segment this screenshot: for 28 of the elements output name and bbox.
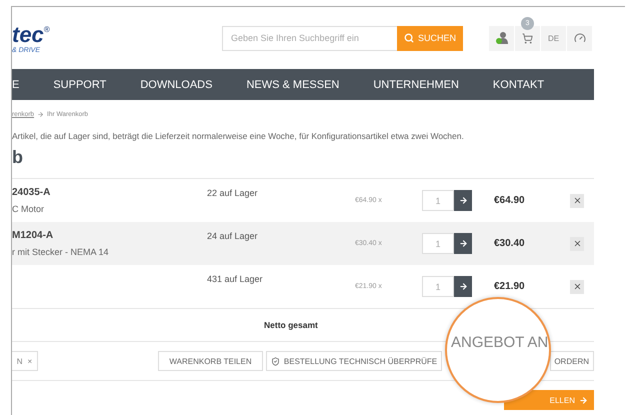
nav-link[interactable]: KONTAKT — [492, 78, 544, 90]
nav-link[interactable]: DOWNLOADS — [140, 78, 212, 90]
page-heading: b — [12, 147, 24, 168]
nav-link[interactable]: SUPPORT — [53, 78, 106, 90]
review-order-button[interactable]: BESTELLUNG TECHNISCH ÜBERPRÜFE — [266, 351, 442, 371]
stock-status: 24 auf Lager — [207, 230, 259, 241]
nav-link[interactable]: UNTERNEHMEN — [373, 78, 459, 90]
language-button[interactable]: DE — [541, 26, 567, 50]
nav-link[interactable]: E — [12, 78, 20, 90]
stock-status: 431 auf Lager — [207, 273, 264, 284]
stock-status: 22 auf Lager — [207, 187, 259, 198]
product-sku[interactable]: M1204-A — [12, 230, 207, 241]
product-description: C Motor — [12, 204, 46, 214]
net-total-label: Netto gesamt — [264, 320, 318, 330]
delivery-notice: Artikel, die auf Lager sind, beträgt die Lieferzeit normalerweise eine Woche, für Konfigurationsartikel etwa zwei Wochen. — [12, 131, 465, 141]
search-field[interactable]: Geben Sie Ihren Suchbegriff ein — [222, 26, 397, 50]
request-quote-button[interactable]: ORDERN — [550, 351, 594, 371]
magnified-text: ANGEBOT AN — [451, 334, 548, 350]
line-total: €64.90 — [494, 195, 526, 206]
share-cart-button[interactable]: WARENKORB TEILEN — [158, 351, 263, 371]
coupon-remove-button[interactable]: × — [28, 356, 32, 366]
coupon-code: N — [16, 356, 23, 366]
product-sku[interactable]: 24035-A — [12, 187, 207, 198]
nav-link[interactable]: NEWS & MESSEN — [246, 78, 340, 90]
line-total: €21.90 — [494, 281, 526, 292]
product-description: r mit Stecker - NEMA 14 — [12, 247, 110, 257]
logo[interactable]: tec$^{®}$ — [12, 20, 222, 45]
line-total: €30.40 — [494, 238, 526, 249]
